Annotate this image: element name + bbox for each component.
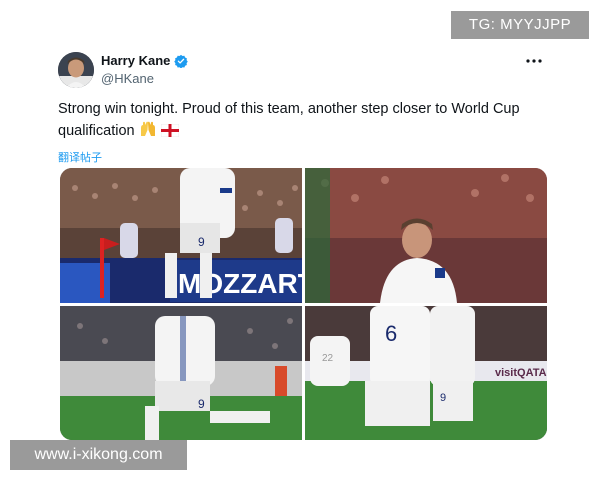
translate-post-link[interactable]: 翻译帖子 [58, 149, 102, 165]
photo-3[interactable]: 9 [60, 306, 302, 440]
watermark-site: www.i-xikong.com [10, 440, 187, 470]
author-name-row: Harry Kane [101, 53, 189, 68]
author-name[interactable]: Harry Kane [101, 53, 170, 68]
author-handle[interactable]: @HKane [101, 71, 154, 86]
tweet-card: Harry Kane @HKane Strong win tonight. Pr… [58, 50, 548, 166]
jersey-number-1: 9 [198, 235, 205, 249]
photo-4[interactable]: visitQATAR 22 6 9 [305, 306, 547, 440]
verified-badge-icon [174, 54, 189, 68]
photo-2[interactable] [305, 168, 547, 303]
avatar[interactable] [58, 52, 94, 88]
england-flag-emoji [160, 122, 179, 144]
photo-1[interactable]: MOZZART 9 [60, 168, 302, 303]
jersey-number-3: 9 [198, 397, 205, 411]
ellipsis-icon[interactable] [524, 54, 544, 68]
raised-hands-emoji [139, 121, 157, 144]
tweet-header: Harry Kane @HKane [58, 50, 548, 92]
tweet-text: Strong win tonight. Proud of this team, … [58, 98, 548, 144]
jersey-number-4c: 22 [322, 353, 334, 364]
banner-text-4: visitQATAR [495, 367, 547, 379]
watermark-tg: TG: MYYJJPP [451, 11, 589, 39]
banner-text-1: MOZZART [178, 268, 302, 299]
jersey-number-4a: 6 [385, 321, 397, 346]
media-grid: MOZZART 9 9 visitQATA 22 6 9 [60, 168, 547, 440]
tweet-text-content: Strong win tonight. Proud of this team, … [58, 101, 520, 139]
jersey-number-4b: 9 [440, 392, 446, 404]
